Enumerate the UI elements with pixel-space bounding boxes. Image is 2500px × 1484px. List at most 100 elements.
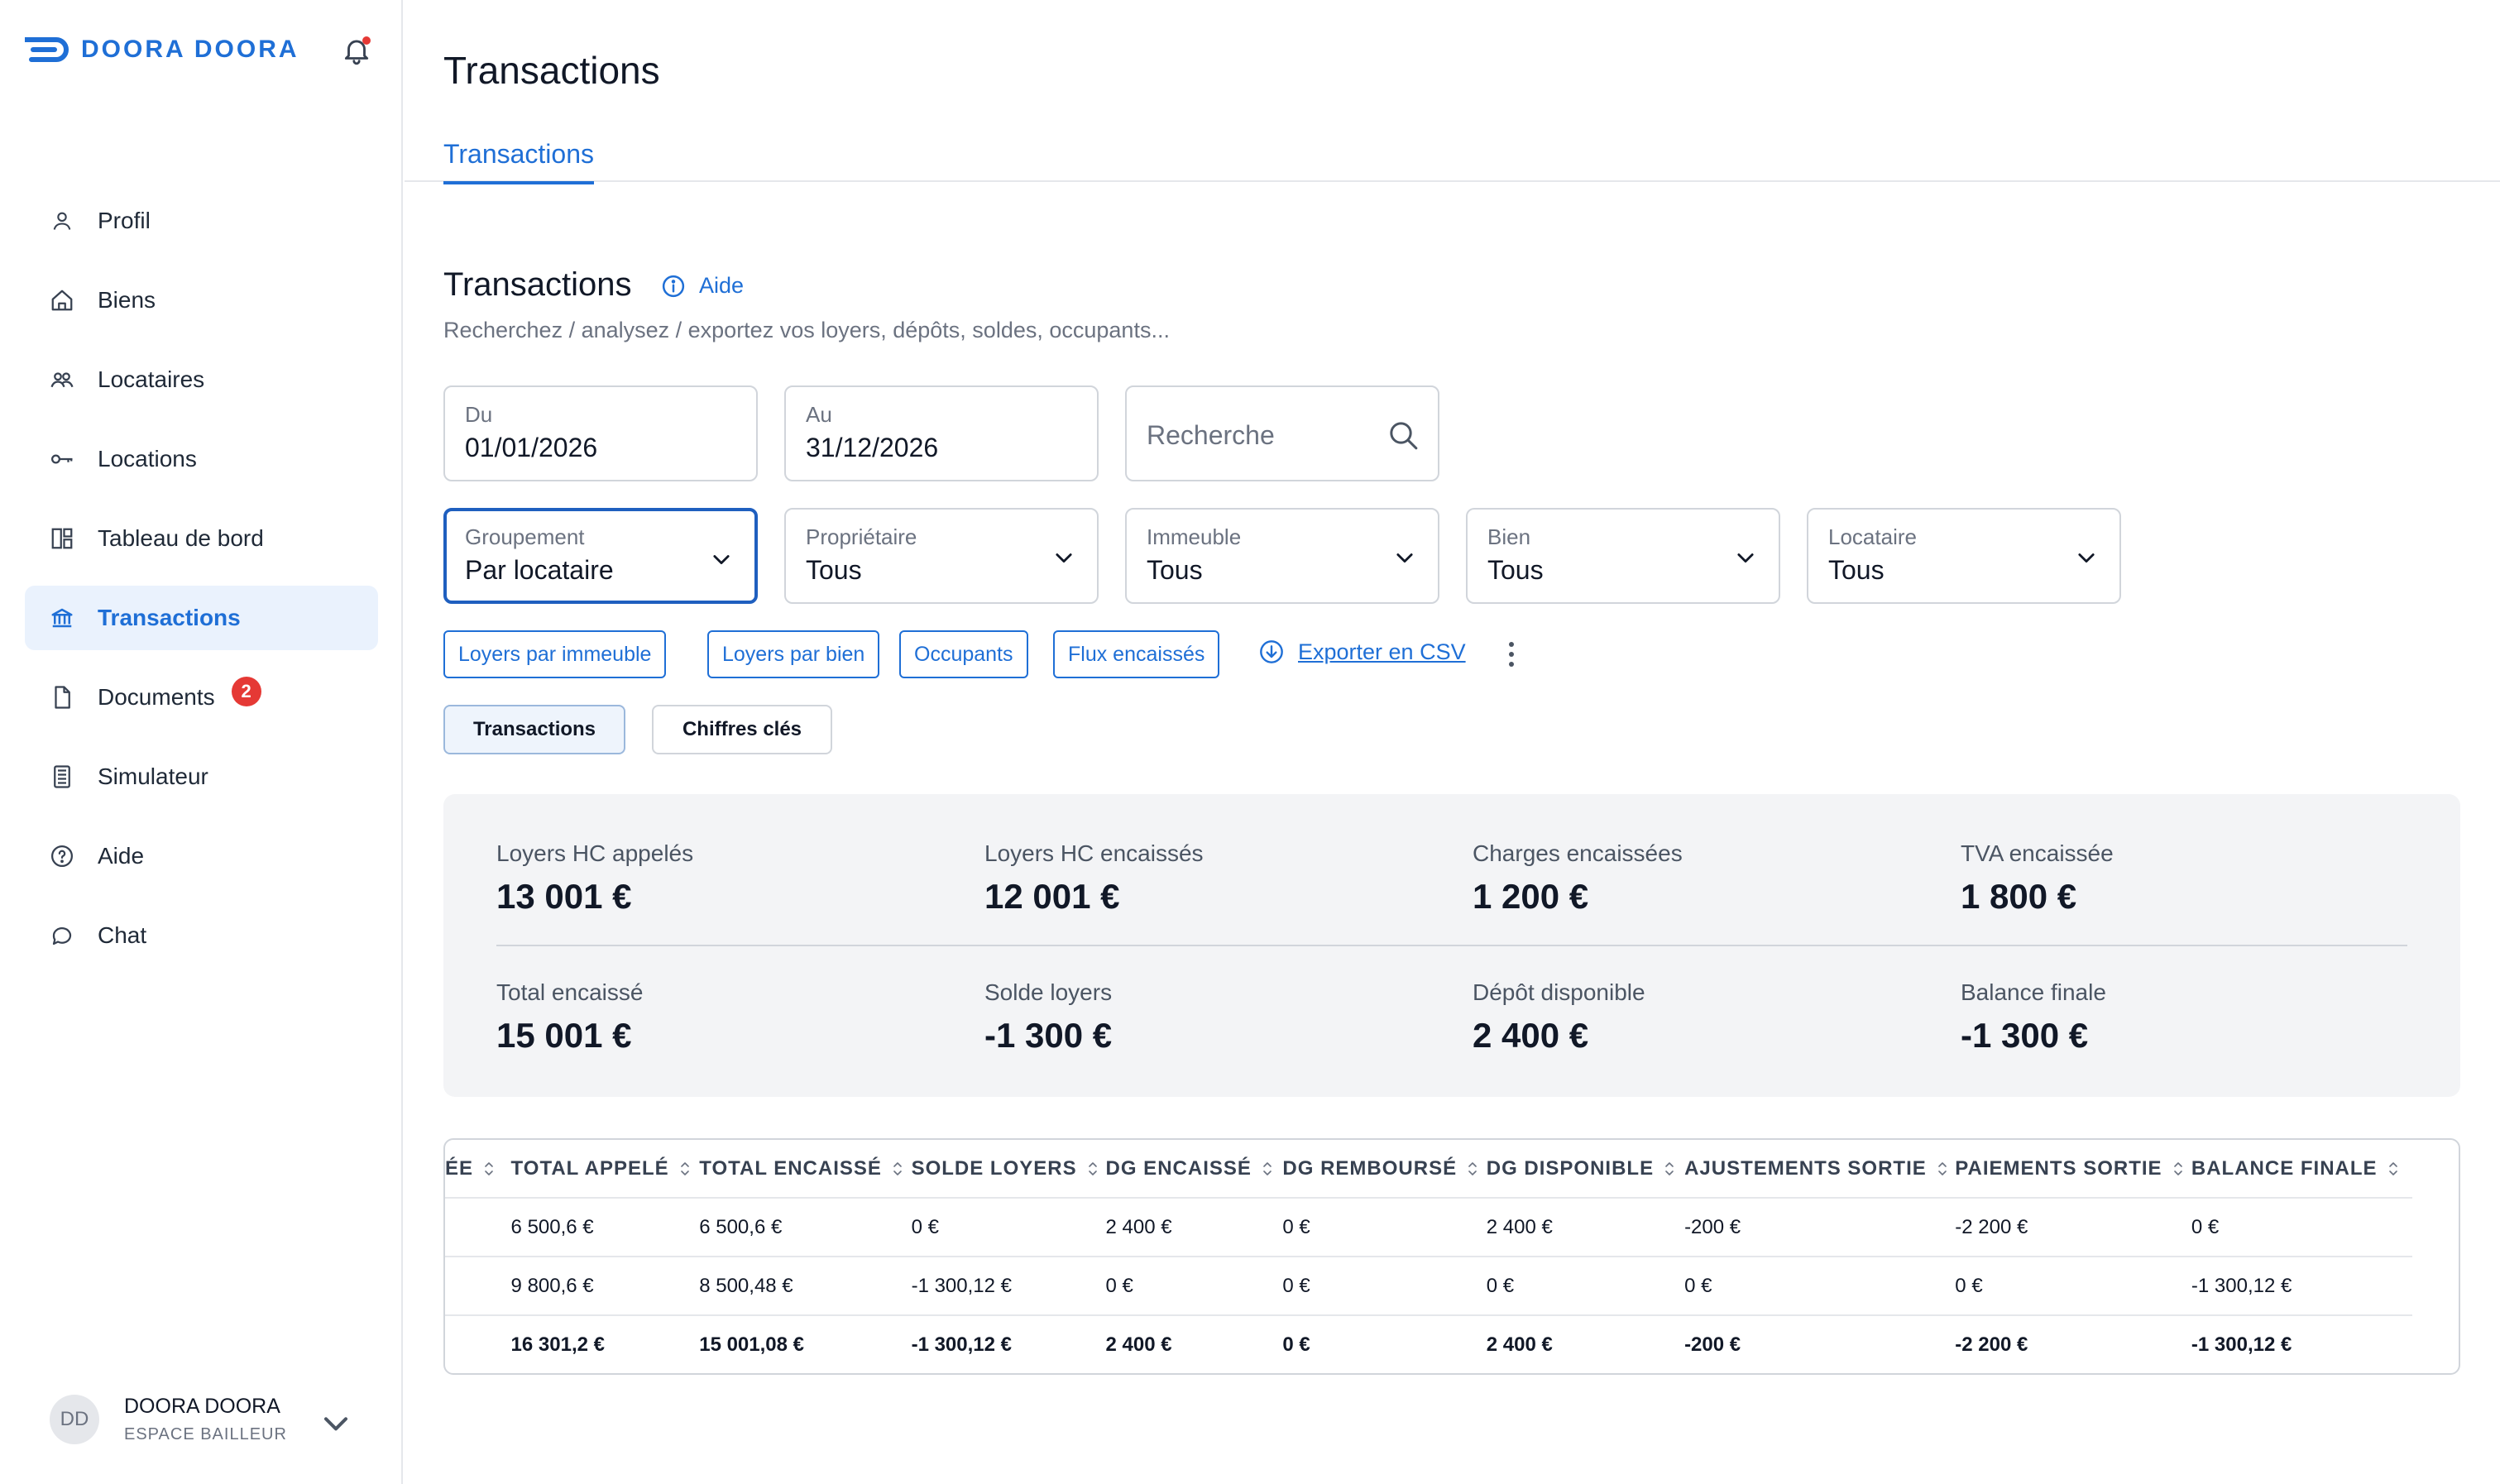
- column-header[interactable]: AJUSTEMENTS SORTIE: [1684, 1140, 1956, 1199]
- column-header-label: ÉE: [445, 1156, 474, 1180]
- sort-icon[interactable]: [679, 1159, 691, 1179]
- column-header-label: DG DISPONIBLE: [1486, 1156, 1655, 1180]
- kpi-loyers-hc-encaisses: Loyers HC encaissés 12 001 €: [984, 840, 1448, 917]
- transactions-table[interactable]: ÉE TOTAL APPELÉ TOTAL ENCAISSÉ SOLDE LOYERS…: [443, 1138, 2460, 1375]
- sort-icon[interactable]: [892, 1159, 903, 1179]
- sidebar-item-locataires[interactable]: Locataires: [25, 347, 378, 412]
- owner-select[interactable]: Propriétaire Tous: [784, 508, 1099, 604]
- sidebar-item-documents[interactable]: Documents 2: [25, 665, 378, 730]
- more-vertical-icon[interactable]: [1506, 640, 1516, 668]
- table-cell: 9 800,6 €: [510, 1257, 700, 1316]
- kpi-label: Balance finale: [1961, 979, 2106, 1005]
- kpi-charges-encaissees: Charges encaissées 1 200 €: [1473, 840, 1936, 917]
- key-icon: [48, 445, 76, 473]
- sidebar: DOORA DOORA Profil Biens Locataires Loca…: [0, 0, 403, 1484]
- sidebar-item-chat[interactable]: Chat: [25, 903, 378, 968]
- date-from-label: Du: [465, 402, 493, 427]
- building-label: Immeuble: [1147, 524, 1242, 549]
- table-cell: -1 300,12 €: [911, 1257, 1106, 1316]
- tab-transactions[interactable]: Transactions: [443, 139, 594, 184]
- sort-icon[interactable]: [2172, 1159, 2184, 1179]
- chip-loyers-par-bien[interactable]: Loyers par bien: [707, 630, 880, 678]
- section-title: Transactions: [443, 266, 632, 303]
- download-icon: [1260, 640, 1283, 663]
- building-select[interactable]: Immeuble Tous: [1125, 508, 1439, 604]
- sort-icon[interactable]: [1087, 1159, 1099, 1179]
- table-cell: -200 €: [1684, 1333, 1741, 1356]
- sort-icon[interactable]: [483, 1159, 495, 1179]
- building-value: Tous: [1147, 555, 1203, 585]
- sidebar-item-label: Chat: [98, 922, 147, 948]
- sidebar-item-label: Locataires: [98, 366, 205, 392]
- sort-icon[interactable]: [1664, 1159, 1675, 1179]
- sidebar-item-label: Biens: [98, 287, 156, 313]
- sidebar-item-aide[interactable]: Aide: [25, 824, 378, 888]
- table-cell: 0 €: [1105, 1257, 1283, 1316]
- kpi-label: Total encaissé: [496, 979, 644, 1005]
- help-circle-icon: [48, 842, 76, 870]
- kpi-solde-loyers: Solde loyers -1 300 €: [984, 979, 1448, 1056]
- sidebar-item-biens[interactable]: Biens: [25, 268, 378, 333]
- table-cell: -2 200 €: [1955, 1333, 2028, 1356]
- kpi-label: Loyers HC appelés: [496, 840, 694, 866]
- date-to-field[interactable]: Au 31/12/2026: [784, 385, 1099, 481]
- chip-loyers-par-immeuble[interactable]: Loyers par immeuble: [443, 630, 667, 678]
- chip-flux-encaisses[interactable]: Flux encaissés: [1053, 630, 1220, 678]
- column-header[interactable]: TOTAL APPELÉ: [510, 1140, 700, 1199]
- sort-icon[interactable]: [1262, 1159, 1273, 1179]
- view-key-figures-button[interactable]: Chiffres clés: [652, 705, 832, 754]
- notification-dot: [362, 36, 371, 45]
- sidebar-item-profil[interactable]: Profil: [25, 189, 378, 253]
- user-profile[interactable]: DD DOORA DOORA ESPACE BAILLEUR: [50, 1395, 287, 1444]
- column-header[interactable]: SOLDE LOYERS: [911, 1140, 1106, 1199]
- tenant-select[interactable]: Locataire Tous: [1807, 508, 2121, 604]
- sidebar-item-label: Locations: [98, 446, 197, 472]
- date-from-field[interactable]: Du 01/01/2026: [443, 385, 758, 481]
- sidebar-item-transactions[interactable]: Transactions: [25, 586, 378, 650]
- sidebar-item-simulateur[interactable]: Simulateur: [25, 744, 378, 809]
- view-transactions-button[interactable]: Transactions: [443, 705, 625, 754]
- search-icon[interactable]: [1386, 419, 1420, 452]
- user-icon: [48, 207, 76, 235]
- chip-occupants[interactable]: Occupants: [899, 630, 1028, 678]
- sort-icon[interactable]: [1467, 1159, 1478, 1179]
- date-from-value: 01/01/2026: [465, 433, 598, 462]
- column-header[interactable]: DG DISPONIBLE: [1486, 1140, 1685, 1199]
- kpi-label: TVA encaissée: [1961, 840, 2114, 866]
- chevron-down-icon[interactable]: [323, 1415, 349, 1434]
- sidebar-item-label: Documents: [98, 684, 215, 710]
- help-link[interactable]: Aide: [661, 273, 744, 299]
- info-icon: [662, 275, 685, 297]
- table-total-row[interactable]: 16 301,2 € 15 001,08 € -1 300,12 € 2 400 € 0…: [445, 1315, 2412, 1373]
- sidebar-nav: Profil Biens Locataires Locations Tablea…: [25, 189, 378, 983]
- table-row[interactable]: 9 800,6 €8 500,48 € -1 300,12 €0 €0 €0 €0…: [445, 1257, 2412, 1316]
- column-header[interactable]: BALANCE FINALE: [2191, 1140, 2412, 1199]
- user-role: ESPACE BAILLEUR: [124, 1425, 287, 1443]
- sort-icon[interactable]: [1937, 1159, 1948, 1179]
- sidebar-item-tableau-de-bord[interactable]: Tableau de bord: [25, 506, 378, 571]
- table-cell: 2 400 €: [1105, 1333, 1172, 1356]
- search-input[interactable]: Recherche: [1125, 385, 1439, 481]
- tenant-label: Locataire: [1828, 524, 1917, 549]
- table-cell: 0 €: [1486, 1257, 1685, 1316]
- column-header[interactable]: DG REMBOURSÉ: [1282, 1140, 1487, 1199]
- sidebar-item-locations[interactable]: Locations: [25, 427, 378, 491]
- column-header[interactable]: PAIEMENTS SORTIE: [1955, 1140, 2191, 1199]
- export-csv-link[interactable]: Exporter en CSV: [1258, 639, 1466, 665]
- table-cell: 0 €: [1282, 1257, 1487, 1316]
- sort-icon[interactable]: [2387, 1159, 2399, 1179]
- table-row[interactable]: 6 500,6 €6 500,6 €0 €2 400 €0 €2 400 € -2…: [445, 1198, 2412, 1257]
- search-placeholder: Recherche: [1147, 420, 1275, 450]
- column-header[interactable]: DG ENCAISSÉ: [1105, 1140, 1283, 1199]
- sidebar-item-label: Tableau de bord: [98, 525, 264, 551]
- kpi-value: 1 800 €: [1961, 877, 2077, 916]
- sidebar-item-label: Transactions: [98, 605, 241, 630]
- column-header[interactable]: ÉE: [445, 1140, 511, 1199]
- brand-logo[interactable]: DOORA DOORA: [25, 33, 299, 66]
- grouping-select[interactable]: Groupement Par locataire: [443, 508, 758, 604]
- table-cell: 0 €: [1955, 1257, 2191, 1316]
- property-select[interactable]: Bien Tous: [1466, 508, 1780, 604]
- date-to-value: 31/12/2026: [806, 433, 939, 462]
- transactions-table-grid: ÉE TOTAL APPELÉ TOTAL ENCAISSÉ SOLDE LOYERS…: [445, 1140, 2412, 1373]
- column-header[interactable]: TOTAL ENCAISSÉ: [699, 1140, 912, 1199]
